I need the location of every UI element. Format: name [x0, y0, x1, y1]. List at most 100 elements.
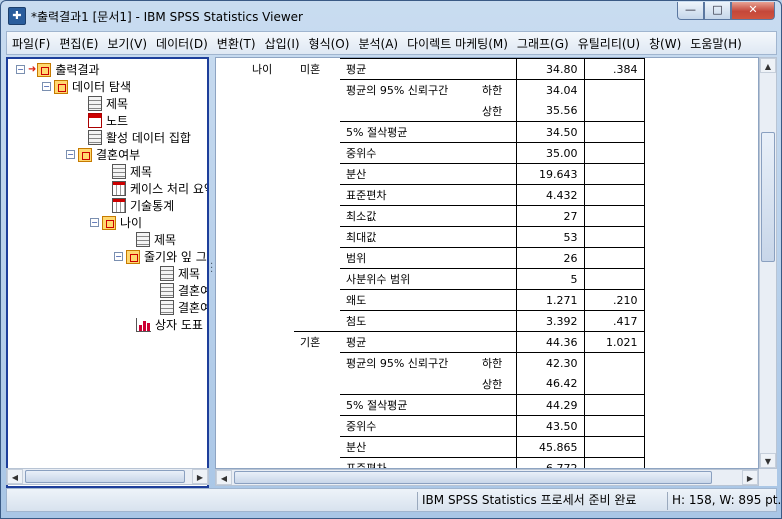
table-row[interactable]: 분산 19.643 — [246, 163, 645, 185]
tree-node-active-dataset[interactable]: 활성 데이터 집합 — [88, 129, 191, 146]
table-row[interactable]: 사분위수 범위 5 — [246, 268, 645, 290]
chart-icon — [136, 317, 151, 332]
table-row[interactable]: 표준편차 4.432 — [246, 184, 645, 206]
content-vertical-scrollbar[interactable]: ▲ ▼ — [759, 57, 777, 469]
tree-node-stem-leaf[interactable]: − 줄기와 잎 그림 — [114, 248, 207, 265]
tree-node-marital-b[interactable]: 결혼여부 — [160, 299, 207, 316]
scroll-down-arrow-icon[interactable]: ▼ — [760, 453, 776, 468]
table-row[interactable]: 범위 26 — [246, 247, 645, 269]
menu-format[interactable]: 형식(O) — [304, 35, 354, 52]
scroll-thumb[interactable] — [25, 470, 185, 483]
variable-cell — [246, 164, 294, 185]
menu-view[interactable]: 보기(V) — [102, 35, 151, 52]
scroll-left-arrow-icon[interactable]: ◀ — [7, 469, 23, 484]
minimize-button[interactable]: — — [677, 2, 704, 20]
table-row[interactable]: 왜도 1.271.210 — [246, 289, 645, 311]
tree-node-title[interactable]: 제목 — [88, 95, 128, 112]
statistic-label-cell: 5% 절삭평균 — [340, 394, 476, 416]
tree-node-title[interactable]: 제목 — [112, 163, 152, 180]
collapse-toggle-icon[interactable]: − — [16, 65, 25, 74]
title-bar[interactable]: ✚ *출력결과1 [문서1] - IBM SPSS Statistics Vie… — [1, 1, 781, 31]
menu-utilities[interactable]: 유틸리티(U) — [573, 35, 644, 52]
table-row[interactable]: 상한 35.56 — [246, 100, 645, 122]
menu-help[interactable]: 도움말(H) — [685, 35, 746, 52]
menu-graphs[interactable]: 그래프(G) — [512, 35, 573, 52]
tree-node-case-summary[interactable]: 케이스 처리 요약 — [112, 180, 209, 197]
menu-insert[interactable]: 삽입(I) — [260, 35, 304, 52]
tree-node-boxplot[interactable]: 상자 도표 — [136, 316, 203, 333]
table-row[interactable]: 중위수 35.00 — [246, 142, 645, 164]
pane-splitter-handle[interactable]: · · · — [210, 260, 213, 278]
tree-node-title[interactable]: 제목 — [160, 265, 200, 282]
table-row[interactable]: 5% 절삭평균 44.29 — [246, 394, 645, 416]
std-error-cell — [583, 184, 645, 206]
descriptives-table[interactable]: 나이 미혼 평균 34.80.384 평균의 95% 신뢰구간 하한 34.04 상한 35.5… — [246, 58, 645, 469]
variable-cell — [246, 206, 294, 227]
outline-horizontal-scrollbar[interactable]: ◀ ▶ — [6, 468, 209, 485]
table-row[interactable]: 최소값 27 — [246, 205, 645, 227]
statistic-label-cell: 분산 — [340, 163, 476, 185]
table-icon — [112, 198, 126, 213]
tree-label: 케이스 처리 요약 — [130, 182, 209, 196]
statistic-label-cell: 첨도 — [340, 310, 476, 332]
scroll-thumb[interactable] — [761, 132, 775, 262]
content-pane[interactable]: 나이 미혼 평균 34.80.384 평균의 95% 신뢰구간 하한 34.04 상한 35.5… — [215, 57, 759, 469]
table-row[interactable]: 분산 45.865 — [246, 436, 645, 458]
menu-transform[interactable]: 변환(T) — [212, 35, 260, 52]
variable-cell — [246, 311, 294, 332]
collapse-toggle-icon[interactable]: − — [66, 150, 75, 159]
menu-data[interactable]: 데이터(D) — [151, 35, 212, 52]
std-error-cell — [583, 394, 645, 416]
table-row[interactable]: 5% 절삭평균 34.50 — [246, 121, 645, 143]
table-row[interactable]: 최대값 53 — [246, 226, 645, 248]
group-cell — [294, 353, 340, 374]
table-row[interactable]: 평균의 95% 신뢰구간 하한 42.30 — [246, 352, 645, 374]
table-row[interactable]: 표준편차 6.772 — [246, 457, 645, 469]
menu-file[interactable]: 파일(F) — [7, 35, 54, 52]
menu-direct-marketing[interactable]: 다이렉트 마케팅(M) — [402, 35, 512, 52]
tree-node-age[interactable]: − 나이 — [90, 214, 142, 231]
table-row[interactable]: 기혼 평균 44.36 1.021 — [246, 331, 645, 353]
collapse-toggle-icon[interactable]: − — [42, 82, 51, 91]
variable-cell — [246, 332, 294, 353]
scroll-right-arrow-icon[interactable]: ▶ — [192, 469, 208, 484]
bound-label-cell — [476, 289, 516, 311]
table-row[interactable]: 나이 미혼 평균 34.80.384 — [246, 58, 645, 80]
menu-analyze[interactable]: 분석(A) — [353, 35, 402, 52]
std-error-cell — [583, 142, 645, 164]
table-row[interactable]: 중위수 43.50 — [246, 415, 645, 437]
group-cell — [294, 458, 340, 469]
table-row[interactable]: 첨도 3.392.417 — [246, 310, 645, 332]
tree-node-title[interactable]: 제목 — [136, 231, 176, 248]
table-row[interactable]: 상한 46.42 — [246, 373, 645, 395]
statistic-label-cell: 분산 — [340, 436, 476, 458]
group-cell — [294, 206, 340, 227]
group-cell — [294, 227, 340, 248]
menu-edit[interactable]: 편집(E) — [54, 35, 102, 52]
tree-node-marital[interactable]: − 결혼여부 — [66, 146, 140, 163]
collapse-toggle-icon[interactable]: − — [114, 252, 123, 261]
statistic-label-cell: 최대값 — [340, 226, 476, 248]
tree-label: 기술통계 — [130, 199, 175, 213]
spss-app-icon[interactable]: ✚ — [8, 7, 26, 25]
scroll-up-arrow-icon[interactable]: ▲ — [760, 58, 776, 73]
content-horizontal-scrollbar[interactable]: ◀ ▶ — [215, 469, 759, 486]
variable-cell — [246, 353, 294, 374]
maximize-button[interactable]: □ — [704, 2, 731, 20]
std-error-cell: .384 — [583, 58, 645, 80]
scroll-left-arrow-icon[interactable]: ◀ — [216, 470, 232, 485]
tree-label: 출력결과 — [55, 63, 100, 77]
tree-node-explore[interactable]: − 데이터 탐색 — [42, 78, 131, 95]
outline-pane[interactable]: − ➜ 출력결과 − 데이터 탐색 제목 노트 활성 데이터 집합 − 결혼여부 — [6, 57, 209, 488]
table-row[interactable]: 평균의 95% 신뢰구간 하한 34.04 — [246, 79, 645, 101]
close-button[interactable]: ✕ — [731, 2, 775, 20]
scroll-thumb[interactable] — [234, 471, 712, 484]
group-cell — [294, 395, 340, 416]
collapse-toggle-icon[interactable]: − — [90, 218, 99, 227]
menu-window[interactable]: 창(W) — [644, 35, 685, 52]
scroll-right-arrow-icon[interactable]: ▶ — [742, 470, 758, 485]
tree-node-descriptives[interactable]: 기술통계 — [112, 197, 174, 214]
tree-node-notes[interactable]: 노트 — [88, 112, 128, 129]
tree-node-output[interactable]: − ➜ 출력결과 — [16, 61, 100, 78]
tree-node-marital-a[interactable]: 결혼여부 — [160, 282, 207, 299]
